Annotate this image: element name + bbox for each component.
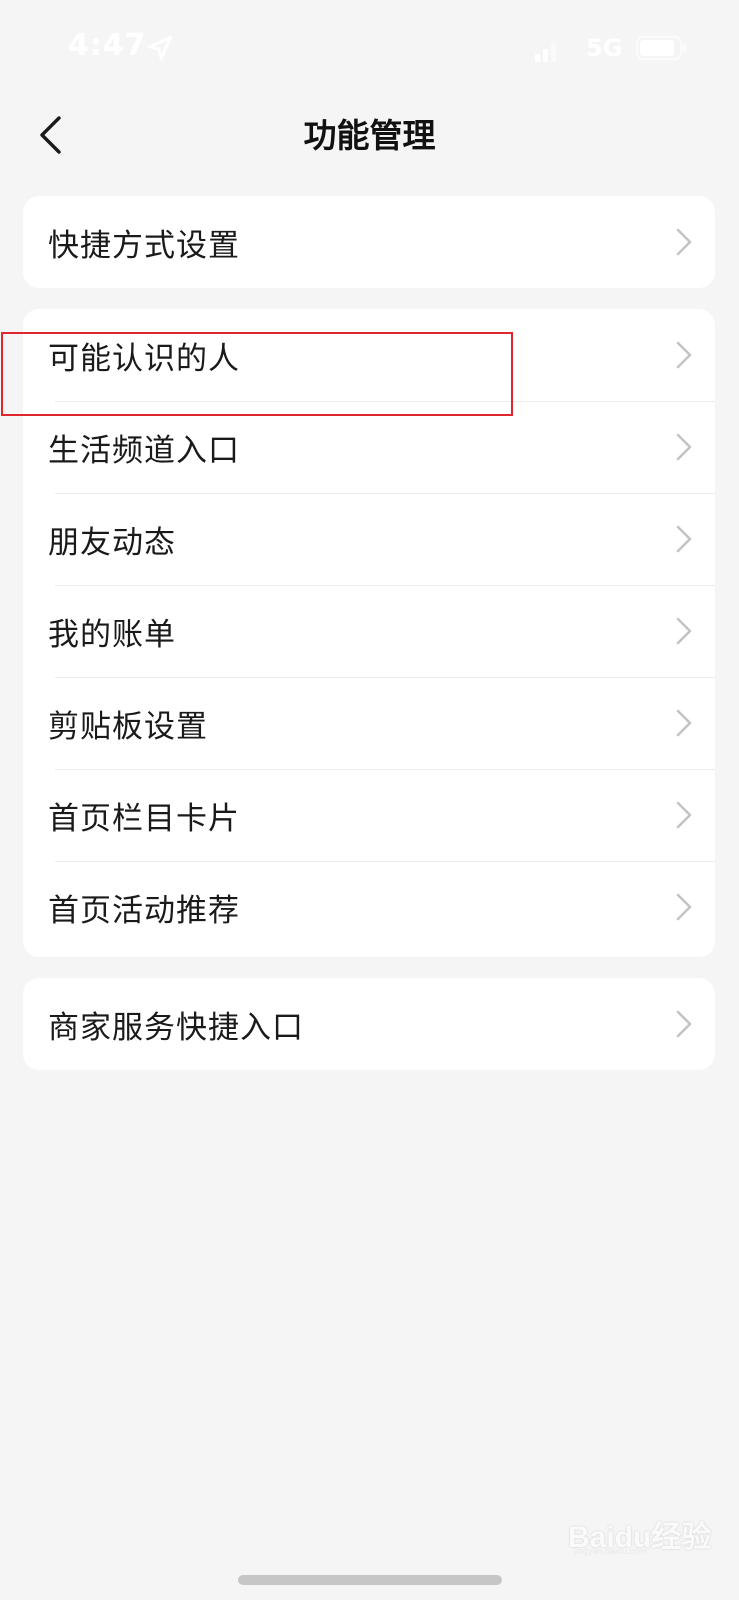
list-item-clipboard-settings[interactable]: 剪贴板设置 [23, 677, 715, 769]
list-item-label: 生活频道入口 [48, 432, 240, 469]
settings-group-shortcuts: 快捷方式设置 [23, 196, 715, 288]
chevron-right-icon [676, 228, 692, 256]
list-item-label: 我的账单 [48, 616, 176, 653]
home-indicator[interactable] [238, 1575, 502, 1585]
list-item-friend-moments[interactable]: 朋友动态 [23, 493, 715, 585]
chevron-right-icon [676, 801, 692, 829]
chevron-right-icon [676, 1010, 692, 1038]
chevron-right-icon [676, 525, 692, 553]
page-title: 功能管理 [303, 116, 436, 155]
watermark: Baidu经验 jingyan.baidu.com [556, 1500, 726, 1560]
battery-icon [636, 36, 686, 60]
location-arrow-icon [148, 36, 172, 60]
chevron-right-icon [676, 893, 692, 921]
list-item-label: 朋友动态 [48, 524, 176, 561]
list-item-label: 首页栏目卡片 [48, 800, 240, 837]
chevron-right-icon [676, 341, 692, 369]
list-item-shortcut-settings[interactable]: 快捷方式设置 [23, 196, 715, 288]
chevron-right-icon [676, 709, 692, 737]
cellular-signal-icon [535, 43, 556, 62]
list-item-label: 快捷方式设置 [48, 227, 240, 264]
list-item-merchant-service-shortcut[interactable]: 商家服务快捷入口 [23, 978, 715, 1070]
list-item-label: 可能认识的人 [48, 340, 240, 377]
watermark-subtext: jingyan.baidu.com [574, 1546, 647, 1556]
list-item-label: 商家服务快捷入口 [48, 1009, 304, 1046]
settings-group-features: 可能认识的人 生活频道入口 朋友动态 我的账单 剪贴板设置 首页栏目卡片 首页活… [23, 309, 715, 957]
chevron-right-icon [676, 433, 692, 461]
list-item-label: 剪贴板设置 [48, 708, 208, 745]
status-time: 4:47 [68, 28, 147, 63]
list-item-life-channel-entry[interactable]: 生活频道入口 [23, 401, 715, 493]
network-type: 5G [586, 34, 623, 62]
nav-bar: 功能管理 [0, 95, 739, 175]
settings-group-merchant: 商家服务快捷入口 [23, 978, 715, 1070]
list-item-people-you-may-know[interactable]: 可能认识的人 [23, 309, 715, 401]
chevron-right-icon [676, 617, 692, 645]
list-item-homepage-activity-recommend[interactable]: 首页活动推荐 [23, 861, 715, 953]
list-item-homepage-column-cards[interactable]: 首页栏目卡片 [23, 769, 715, 861]
screen: 4:47 5G 功能管理 快捷方式设置 可能认识的人 生活频道入口 朋友动态 我… [0, 0, 739, 1600]
status-bar: 4:47 5G [0, 0, 739, 95]
list-item-label: 首页活动推荐 [48, 892, 240, 929]
list-item-my-bills[interactable]: 我的账单 [23, 585, 715, 677]
